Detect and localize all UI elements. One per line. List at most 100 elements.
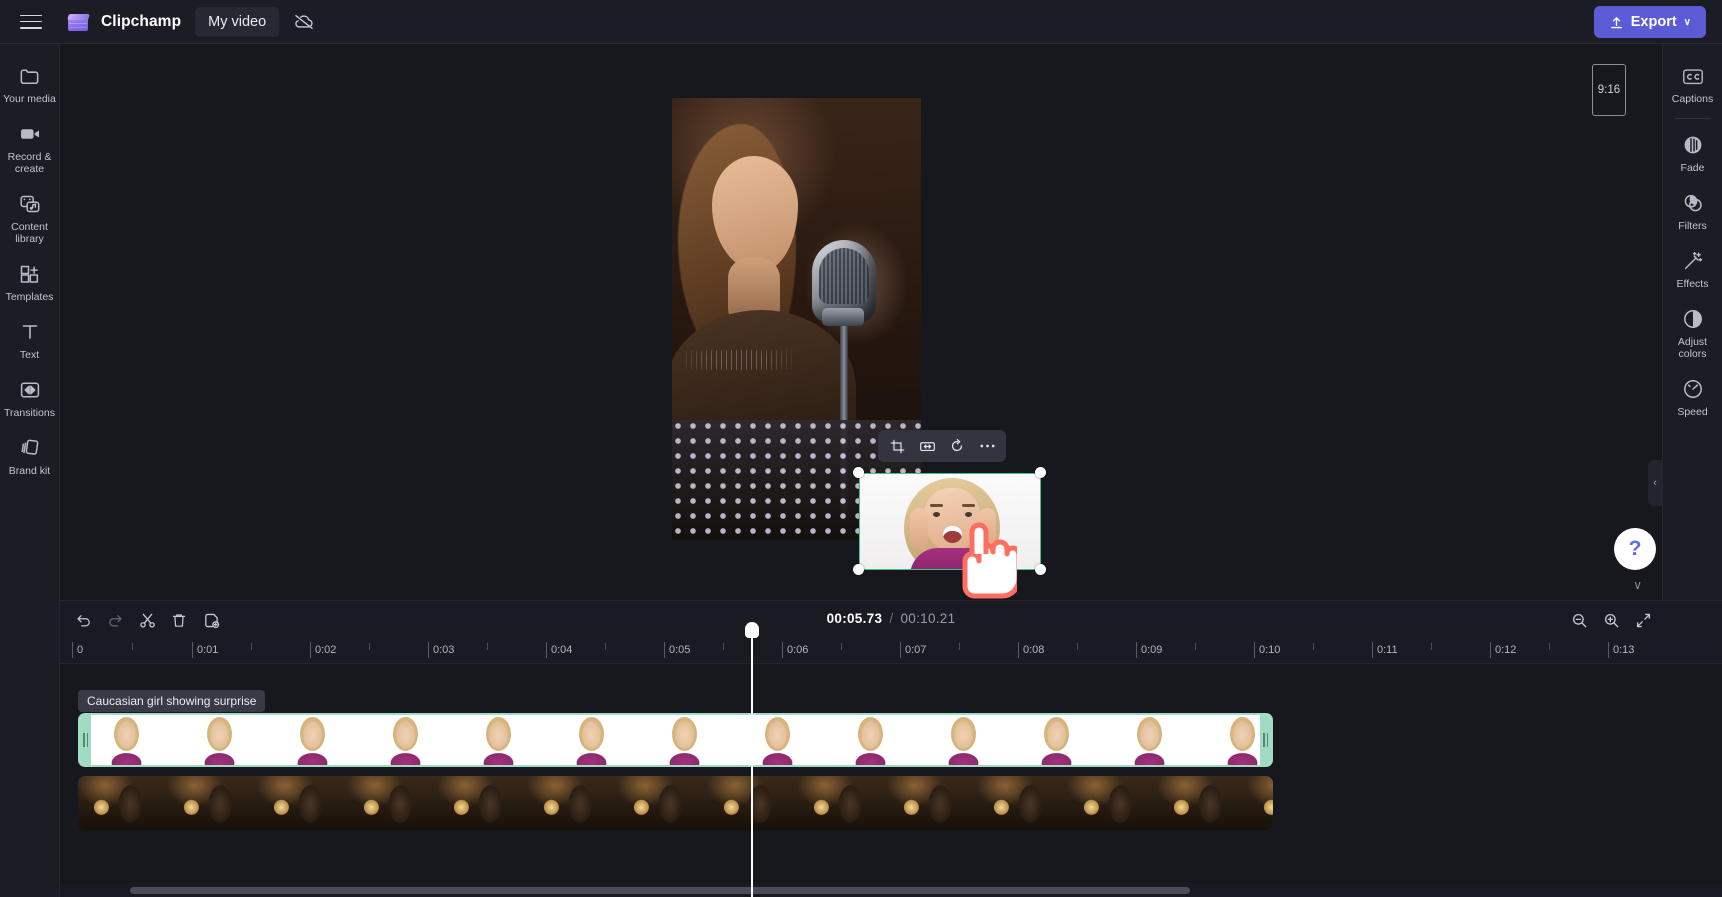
left-sidebar: Your media Record & create Content libra… bbox=[0, 44, 60, 897]
sidebar-label: Speed bbox=[1677, 406, 1708, 418]
brand-name: Clipchamp bbox=[101, 12, 182, 30]
sidebar-item-your-media[interactable]: Your media bbox=[0, 54, 60, 112]
fade-circle-icon bbox=[1681, 132, 1705, 158]
brand-kit-cards-icon bbox=[18, 435, 42, 461]
sidebar-label: Fade bbox=[1680, 162, 1705, 174]
magic-wand-icon bbox=[1681, 248, 1705, 274]
ruler-label: 0:03 bbox=[433, 644, 455, 656]
ruler-label: 0:13 bbox=[1613, 644, 1635, 656]
sidebar-item-templates[interactable]: Templates bbox=[0, 252, 60, 310]
crop-icon[interactable] bbox=[883, 433, 911, 459]
divider bbox=[1674, 118, 1711, 119]
ruler-label: 0:12 bbox=[1495, 644, 1517, 656]
sidebar-item-text[interactable]: Text bbox=[0, 310, 60, 368]
playhead[interactable] bbox=[745, 622, 759, 897]
total-time: 00:10.21 bbox=[900, 611, 956, 626]
sidebar-label: Brand kit bbox=[8, 465, 51, 477]
thumbnail-strip bbox=[80, 715, 1271, 765]
aspect-ratio-button[interactable]: 9:16 bbox=[1592, 64, 1626, 116]
timecode-display: 00:05.73 / 00:10.21 bbox=[60, 611, 1722, 626]
ruler-label: 0 bbox=[77, 644, 84, 656]
brand-logo[interactable]: Clipchamp bbox=[66, 11, 181, 33]
sidebar-item-speed[interactable]: Speed bbox=[1663, 367, 1722, 425]
sidebar-label: Record & create bbox=[7, 151, 52, 175]
resize-handle-bottom-right[interactable] bbox=[1035, 564, 1046, 575]
upload-icon bbox=[1610, 16, 1622, 28]
templates-grid-icon bbox=[18, 261, 42, 287]
speedometer-icon bbox=[1681, 376, 1705, 402]
trim-handle-right[interactable] bbox=[1260, 715, 1271, 765]
ruler-label: 0:11 bbox=[1377, 644, 1398, 656]
ruler-label: 0:10 bbox=[1259, 644, 1281, 656]
clipchamp-logo-icon bbox=[66, 11, 92, 33]
thumbnail-strip bbox=[78, 776, 1273, 830]
media-library-icon bbox=[18, 191, 42, 217]
preview-stage: 9:16 bbox=[60, 44, 1662, 617]
sidebar-label: Transitions bbox=[4, 407, 55, 419]
sidebar-label: Your media bbox=[3, 93, 56, 105]
project-name-field[interactable]: My video bbox=[195, 6, 280, 37]
timeline-scrollbar-track bbox=[60, 884, 1722, 897]
hamburger-menu-icon[interactable] bbox=[18, 12, 44, 32]
filters-overlap-icon bbox=[1681, 190, 1705, 216]
sidebar-label: Filters bbox=[1678, 220, 1707, 232]
element-float-toolbar bbox=[878, 430, 1006, 462]
rotate-icon[interactable] bbox=[943, 433, 971, 459]
ruler-label: 0:04 bbox=[551, 644, 573, 656]
cloud-off-icon[interactable] bbox=[289, 8, 319, 36]
timeline-toolbar: 00:05.73 / 00:10.21 bbox=[60, 600, 1722, 638]
sidebar-item-adjust-colors[interactable]: Adjust colors bbox=[1663, 297, 1722, 367]
chevron-down-icon: ∨ bbox=[1683, 16, 1691, 28]
sidebar-item-fade[interactable]: Fade bbox=[1663, 123, 1722, 181]
folder-icon bbox=[18, 63, 41, 89]
playhead-knob[interactable] bbox=[745, 622, 759, 638]
transitions-icon bbox=[18, 377, 42, 403]
video-clip-background[interactable] bbox=[78, 776, 1273, 830]
timeline-ruler[interactable]: 0 0:01 0:02 0:03 0:04 0:05 0:06 0:07 0:0… bbox=[60, 638, 1722, 664]
export-label: Export bbox=[1630, 14, 1677, 30]
ruler-label: 0:02 bbox=[315, 644, 337, 656]
sidebar-item-brand-kit[interactable]: Brand kit bbox=[0, 426, 60, 484]
aspect-ratio-label: 9:16 bbox=[1597, 84, 1621, 96]
ruler-label: 0:07 bbox=[905, 644, 927, 656]
cc-icon bbox=[1681, 63, 1705, 89]
sidebar-item-effects[interactable]: Effects bbox=[1663, 239, 1722, 297]
sidebar-label: Content library bbox=[11, 221, 48, 245]
sidebar-item-content-library[interactable]: Content library bbox=[0, 182, 60, 252]
resize-handle-top-right[interactable] bbox=[1035, 467, 1046, 478]
export-button[interactable]: Export ∨ bbox=[1593, 6, 1706, 38]
zoom-out-button[interactable] bbox=[1566, 608, 1592, 632]
clipchamp-editor: Clipchamp My video Export ∨ Your media R… bbox=[0, 0, 1722, 897]
sidebar-label: Adjust colors bbox=[1677, 336, 1708, 360]
ruler-label: 0:01 bbox=[197, 644, 219, 656]
zoom-in-button[interactable] bbox=[1598, 608, 1624, 632]
chevron-down-icon[interactable]: ∨ bbox=[1633, 578, 1642, 592]
top-bar: Clipchamp My video Export ∨ bbox=[0, 0, 1722, 44]
trim-handle-left[interactable] bbox=[80, 715, 91, 765]
ruler-label: 0:08 bbox=[1023, 644, 1045, 656]
sidebar-item-captions[interactable]: Captions bbox=[1663, 54, 1722, 112]
timeline-scrollbar-thumb[interactable] bbox=[130, 887, 1190, 894]
collapse-right-panel-button[interactable]: ‹ bbox=[1648, 460, 1662, 506]
text-t-icon bbox=[18, 319, 42, 345]
sidebar-label: Captions bbox=[1671, 93, 1714, 105]
sidebar-label: Effects bbox=[1676, 278, 1709, 290]
time-separator: / bbox=[889, 611, 894, 626]
sidebar-item-filters[interactable]: Filters bbox=[1663, 181, 1722, 239]
sidebar-item-transitions[interactable]: Transitions bbox=[0, 368, 60, 426]
ruler-label: 0:05 bbox=[669, 644, 691, 656]
current-time: 00:05.73 bbox=[826, 611, 883, 626]
fit-to-screen-button[interactable] bbox=[1630, 608, 1656, 632]
contrast-half-circle-icon bbox=[1681, 306, 1705, 332]
ruler-label: 0:09 bbox=[1141, 644, 1163, 656]
help-question-icon: ? bbox=[1628, 537, 1642, 560]
sidebar-item-record-create[interactable]: Record & create bbox=[0, 112, 60, 182]
fit-resize-icon[interactable] bbox=[913, 433, 941, 459]
more-options-icon[interactable] bbox=[973, 433, 1001, 459]
ruler-label: 0:06 bbox=[787, 644, 809, 656]
video-clip-selected[interactable] bbox=[78, 713, 1273, 767]
help-button[interactable]: ? bbox=[1614, 528, 1656, 570]
resize-handle-top-left[interactable] bbox=[853, 467, 864, 478]
resize-handle-bottom-left[interactable] bbox=[853, 564, 864, 575]
clip-name-badge: Caucasian girl showing surprise bbox=[78, 690, 266, 712]
